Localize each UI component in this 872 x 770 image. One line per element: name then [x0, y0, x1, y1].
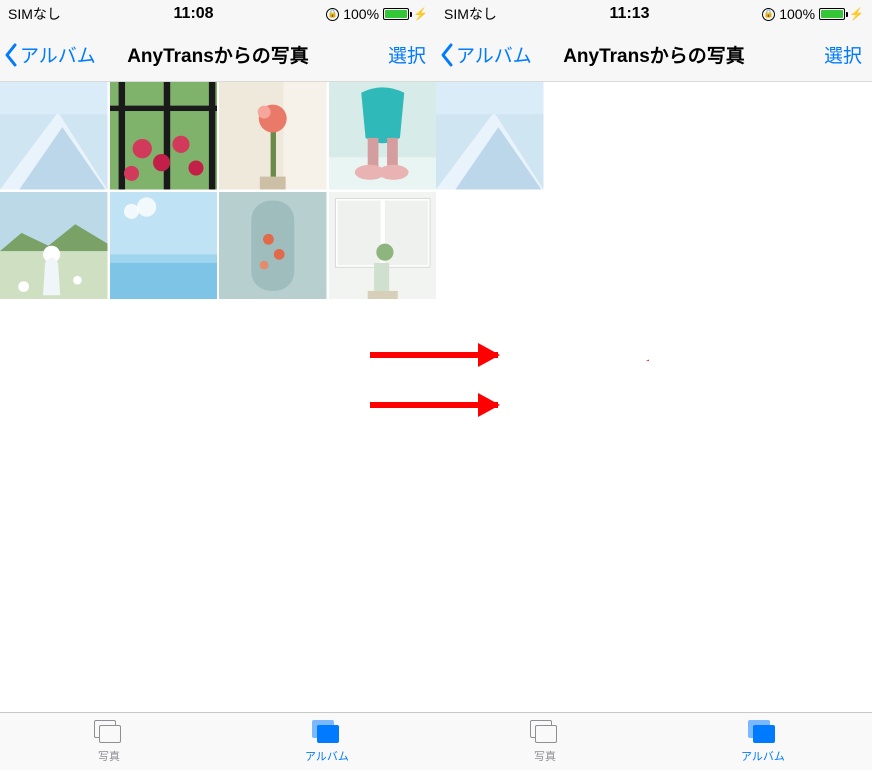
tab-photos[interactable]: 写真 [436, 713, 654, 770]
tab-photos[interactable]: 写真 [0, 713, 218, 770]
photo-thumbnail[interactable] [436, 82, 544, 190]
charging-icon: ⚡ [413, 7, 428, 21]
status-bar: SIMなし 11:08 🔒 100% ⚡ [0, 0, 436, 28]
charging-icon: ⚡ [849, 7, 864, 21]
status-right: 🔒 100% ⚡ [762, 6, 864, 22]
battery-percent: 100% [779, 6, 815, 22]
select-button[interactable]: 選択 [388, 41, 430, 68]
photo-thumbnail[interactable] [329, 192, 437, 300]
clock-label: 11:13 [610, 5, 650, 23]
clock-label: 11:08 [174, 5, 214, 23]
back-button[interactable]: アルバム [438, 41, 532, 69]
photos-icon [94, 720, 124, 746]
annotation-after: 削除後 [550, 332, 670, 390]
annotation-before: 削除前 [66, 332, 186, 390]
tab-albums[interactable]: アルバム [218, 713, 436, 770]
nav-bar: アルバム AnyTransからの写真 選択 [0, 28, 436, 82]
back-label: アルバム [456, 41, 532, 68]
status-bar: SIMなし 11:13 🔒 100% ⚡ [436, 0, 872, 28]
arrow-icon [370, 352, 498, 358]
carrier-label: SIMなし [8, 4, 61, 24]
arrow-icon [370, 402, 498, 408]
photo-thumbnail[interactable] [110, 82, 218, 190]
photo-thumbnail[interactable] [219, 192, 327, 300]
orientation-lock-icon: 🔒 [326, 8, 339, 21]
chevron-left-icon [2, 41, 20, 69]
battery-icon [383, 8, 409, 20]
content-area: 削除前 [0, 82, 436, 712]
photo-thumbnail[interactable] [0, 82, 108, 190]
back-label: アルバム [20, 41, 96, 68]
carrier-label: SIMなし [444, 4, 497, 24]
select-button[interactable]: 選択 [824, 41, 866, 68]
back-button[interactable]: アルバム [2, 41, 96, 69]
chevron-left-icon [438, 41, 456, 69]
photo-grid [436, 82, 872, 190]
photo-thumbnail[interactable] [0, 192, 108, 300]
tab-label: 写真 [534, 748, 556, 764]
phone-before: SIMなし 11:08 🔒 100% ⚡ アルバム AnyTransからの写真 … [0, 0, 436, 770]
photo-thumbnail[interactable] [219, 82, 327, 190]
status-right: 🔒 100% ⚡ [326, 6, 428, 22]
tab-bar: 写真 アルバム [436, 712, 872, 770]
tab-label: 写真 [98, 748, 120, 764]
nav-bar: アルバム AnyTransからの写真 選択 [436, 28, 872, 82]
tab-bar: 写真 アルバム [0, 712, 436, 770]
tab-label: アルバム [741, 748, 785, 764]
orientation-lock-icon: 🔒 [762, 8, 775, 21]
albums-icon [748, 720, 778, 746]
content-area: 削除後 [436, 82, 872, 712]
tab-albums[interactable]: アルバム [654, 713, 872, 770]
battery-icon [819, 8, 845, 20]
tab-label: アルバム [305, 748, 349, 764]
photo-thumbnail[interactable] [329, 82, 437, 190]
phone-after: SIMなし 11:13 🔒 100% ⚡ アルバム AnyTransからの写真 … [436, 0, 872, 770]
photos-icon [530, 720, 560, 746]
photo-thumbnail[interactable] [110, 192, 218, 300]
albums-icon [312, 720, 342, 746]
battery-percent: 100% [343, 6, 379, 22]
photo-grid [0, 82, 436, 299]
